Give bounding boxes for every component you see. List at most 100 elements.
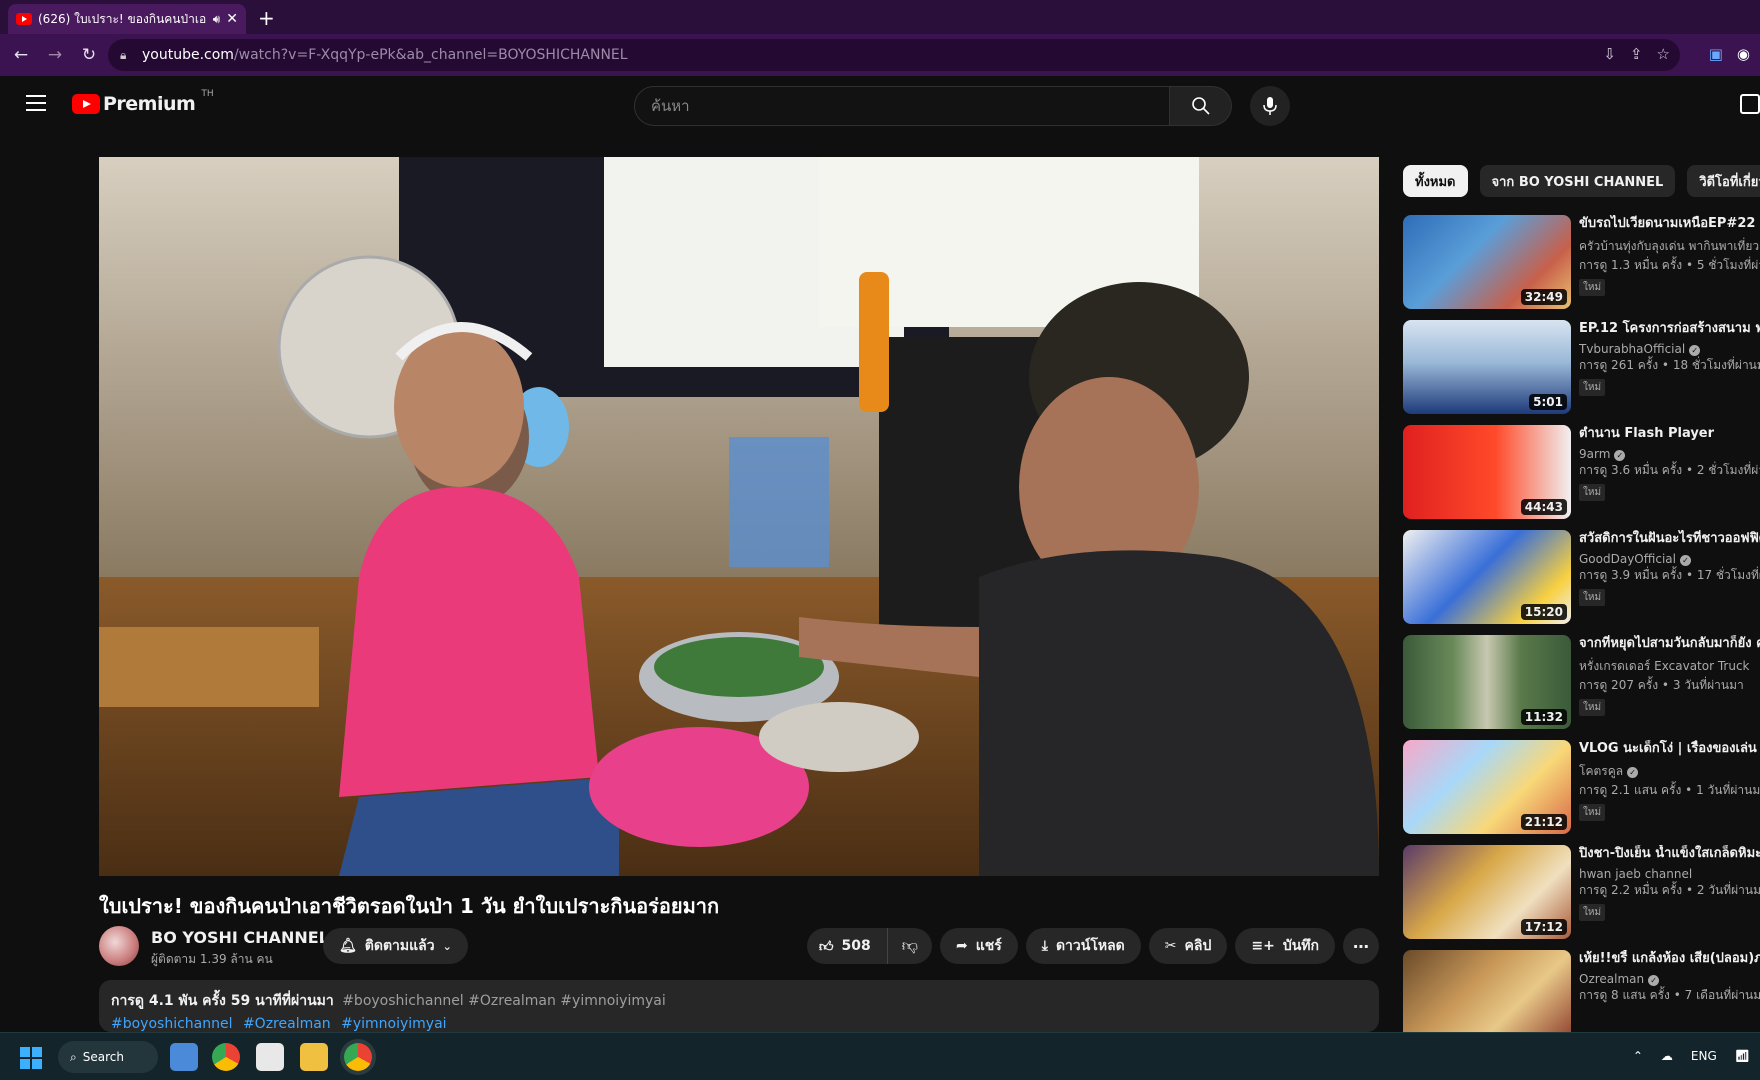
- search-input[interactable]: [651, 97, 1169, 115]
- search-icon: [1191, 97, 1210, 115]
- youtube-favicon-icon: [16, 13, 32, 25]
- widgets-app-icon[interactable]: [170, 1043, 198, 1071]
- reco-title[interactable]: ขับรถไปเวียดนามเหนือEP#22 บุกเปิด เลือดแ…: [1579, 215, 1760, 233]
- language-indicator[interactable]: ENG: [1691, 1049, 1717, 1063]
- youtube-premium-logo[interactable]: Premium TH: [72, 89, 214, 115]
- download-button[interactable]: ⤓ ดาวน์โหลด: [1025, 928, 1141, 964]
- chip-all[interactable]: ทั้งหมด: [1403, 165, 1468, 197]
- reco-channel[interactable]: Ozrealman ✓: [1579, 972, 1760, 986]
- clip-button[interactable]: ✂ คลิป: [1148, 928, 1228, 964]
- reco-meta: การดู 1.3 หมื่น ครั้ง • 5 ชั่วโมงที่ผ่าน…: [1579, 258, 1760, 272]
- reco-meta: การดู 2.2 หมื่น ครั้ง • 2 วันที่ผ่านมา: [1579, 883, 1760, 897]
- video-thumbnail[interactable]: 21:12: [1403, 740, 1571, 834]
- download-label: ดาวน์โหลด: [1055, 938, 1125, 954]
- video-thumbnail[interactable]: 17:12: [1403, 845, 1571, 939]
- hashtag-link[interactable]: #boyoshichannel: [111, 1016, 233, 1032]
- new-badge: ใหม่: [1579, 484, 1606, 501]
- list-item[interactable]: 11:32 จากที่หยุดไปสามวันกลับมาก็ยัง คลุก…: [1403, 635, 1760, 729]
- wifi-icon[interactable]: 📶︎: [1735, 1049, 1750, 1063]
- speaker-icon[interactable]: 🔊︎: [213, 12, 221, 27]
- reco-channel[interactable]: TvburabhaOfficial ✓: [1579, 342, 1760, 356]
- video-player[interactable]: [99, 157, 1379, 876]
- thumbs-down-icon: 👎︎: [901, 936, 918, 955]
- hashtag-link[interactable]: #Ozrealman: [243, 1016, 331, 1032]
- file-explorer-icon[interactable]: [300, 1043, 328, 1071]
- subscribed-button[interactable]: 🔔︎ ติดตามแล้ว ⌄: [323, 928, 468, 964]
- reco-meta: การดู 207 ครั้ง • 3 วันที่ผ่านมา: [1579, 678, 1744, 692]
- clip-label: คลิป: [1184, 938, 1212, 954]
- list-item[interactable]: 32:49 ขับรถไปเวียดนามเหนือEP#22 บุกเปิด …: [1403, 215, 1760, 309]
- search-button[interactable]: [1170, 86, 1232, 126]
- taskbar-search-label: Search: [82, 1050, 124, 1064]
- lock-icon: 🔒︎: [120, 47, 127, 62]
- video-description[interactable]: การดู 4.1 พัน ครั้ง 59 นาทีที่ผ่านมา #bo…: [99, 980, 1379, 1032]
- list-item[interactable]: 21:12 VLOG นะเด็กโง่ | เรื่องของเล่น เล่…: [1403, 740, 1760, 834]
- chip-from-channel[interactable]: จาก BO YOSHI CHANNEL: [1479, 165, 1676, 197]
- verified-check-icon: ✓: [1689, 345, 1701, 356]
- reco-meta: การดู 3.9 หมื่น ครั้ง • 17 ชั่วโมงที่ผ่า…: [1579, 568, 1760, 582]
- duration-badge: 15:20: [1520, 604, 1567, 620]
- channel-name[interactable]: BO YOSHI CHANNEL: [151, 928, 329, 947]
- video-thumbnail[interactable]: 11:32: [1403, 635, 1571, 729]
- list-item[interactable]: 5:01 EP.12 โครงการก่อสร้างสนาม ฟุตบอลในศ…: [1403, 320, 1760, 414]
- list-item[interactable]: 44:43 ตำนาน Flash Player 9arm ✓ การดู 3.6…: [1403, 425, 1760, 519]
- chip-related[interactable]: วิดีโอที่เกี่ยวข้อง: [1687, 165, 1760, 197]
- reco-title[interactable]: ตำนาน Flash Player: [1579, 425, 1760, 443]
- video-thumbnail[interactable]: [1403, 950, 1571, 1044]
- reco-channel[interactable]: ครัวบ้านทุ่งกับลุงเด่น พากินพาเที่ยว: [1579, 237, 1760, 256]
- list-item[interactable]: เห้ย!!ขรี้ แกล้งห้อง เสีย(ปลอม)ภาค2 ขรี้…: [1403, 950, 1760, 1044]
- download-icon: ⤓: [1041, 938, 1048, 954]
- new-tab-button[interactable]: +: [258, 6, 275, 30]
- voice-search-button[interactable]: [1250, 86, 1290, 126]
- list-item[interactable]: 17:12 ปิงชา-ปิงเย็น น้ำแข็งใสเกล็ดหิมะ เ…: [1403, 845, 1760, 939]
- reco-channel[interactable]: hwan jaeb channel: [1579, 867, 1760, 881]
- like-button[interactable]: 👍︎ 508: [807, 928, 888, 964]
- create-video-icon[interactable]: [1740, 94, 1760, 114]
- install-icon[interactable]: ⇩: [1603, 45, 1616, 63]
- video-title: ใบเปราะ! ของกินคนป่าเอาชีวิตรอดในป่า 1 ว…: [99, 894, 720, 918]
- bookmark-star-icon[interactable]: ☆: [1657, 45, 1670, 63]
- reco-title[interactable]: สวัสดิการในฝันอะไรที่ชาวออฟฟิศ อยากให้มี…: [1579, 530, 1760, 548]
- hashtag-link[interactable]: #yimnoiyimyai: [341, 1016, 446, 1032]
- more-actions-button[interactable]: ⋯: [1343, 928, 1379, 964]
- save-label: บันทึก: [1282, 938, 1319, 954]
- taskbar-search-button[interactable]: ⌕ Search: [58, 1041, 158, 1073]
- reco-channel[interactable]: โคตรคูล ✓: [1579, 762, 1760, 781]
- share-label: แชร์: [975, 938, 1002, 954]
- hamburger-menu-icon[interactable]: [26, 95, 46, 111]
- reco-channel[interactable]: 9arm ✓: [1579, 447, 1760, 461]
- channel-avatar[interactable]: [99, 926, 139, 966]
- share-button[interactable]: ➦ แชร์: [939, 928, 1018, 964]
- reco-title[interactable]: เห้ย!!ขรี้ แกล้งห้อง เสีย(ปลอม)ภาค2 ขรี้…: [1579, 950, 1760, 968]
- windows-start-icon[interactable]: [20, 1047, 42, 1069]
- reco-title[interactable]: จากที่หยุดไปสามวันกลับมาก็ยัง คลุกคลีกับ…: [1579, 635, 1760, 653]
- share-page-icon[interactable]: ⇪: [1630, 45, 1643, 63]
- list-item[interactable]: 15:20 สวัสดิการในฝันอะไรที่ชาวออฟฟิศ อยา…: [1403, 530, 1760, 624]
- address-bar[interactable]: 🔒︎ youtube.com/watch?v=F-XqqYp-ePk&ab_ch…: [108, 39, 1680, 71]
- profile-icon[interactable]: ◉: [1737, 45, 1750, 63]
- dislike-button[interactable]: 👎︎: [888, 928, 932, 964]
- video-thumbnail[interactable]: 32:49: [1403, 215, 1571, 309]
- translate-extension-icon[interactable]: ▣: [1709, 45, 1723, 63]
- reco-title[interactable]: ปิงชา-ปิงเย็น น้ำแข็งใสเกล็ดหิมะ เครื่อง…: [1579, 845, 1760, 863]
- chrome-profile-app-icon[interactable]: [344, 1043, 372, 1071]
- reload-icon[interactable]: ↻: [76, 45, 102, 65]
- back-arrow-icon[interactable]: ←: [8, 45, 34, 65]
- reco-title[interactable]: VLOG นะเด็กโง่ | เรื่องของเล่น เล่น จริง…: [1579, 740, 1760, 758]
- chrome-app-icon[interactable]: [212, 1043, 240, 1071]
- forward-arrow-icon[interactable]: →: [42, 45, 68, 65]
- like-dislike-group: 👍︎ 508 👎︎: [806, 928, 932, 964]
- video-thumbnail[interactable]: 5:01: [1403, 320, 1571, 414]
- cloud-icon[interactable]: ☁: [1661, 1049, 1673, 1063]
- reco-channel[interactable]: หรั่งเกรดเดอร์ Excavator Truck: [1579, 657, 1760, 676]
- new-badge: ใหม่: [1579, 904, 1606, 921]
- tab-close-icon[interactable]: ✕: [226, 11, 238, 27]
- video-thumbnail[interactable]: 44:43: [1403, 425, 1571, 519]
- video-thumbnail[interactable]: 15:20: [1403, 530, 1571, 624]
- save-button[interactable]: ≡+ บันทึก: [1235, 928, 1335, 964]
- reco-channel[interactable]: GoodDayOfficial ✓: [1579, 552, 1760, 566]
- browser-tab-active[interactable]: (626) ใบเปราะ! ของกินคนป่าเอาชีวิตรอด 🔊︎…: [8, 4, 246, 34]
- reco-title[interactable]: EP.12 โครงการก่อสร้างสนาม ฟุตบอลในศูนย์ก…: [1579, 320, 1760, 338]
- vnc-app-icon[interactable]: [256, 1043, 284, 1071]
- tray-chevron-up-icon[interactable]: ⌃: [1633, 1049, 1643, 1063]
